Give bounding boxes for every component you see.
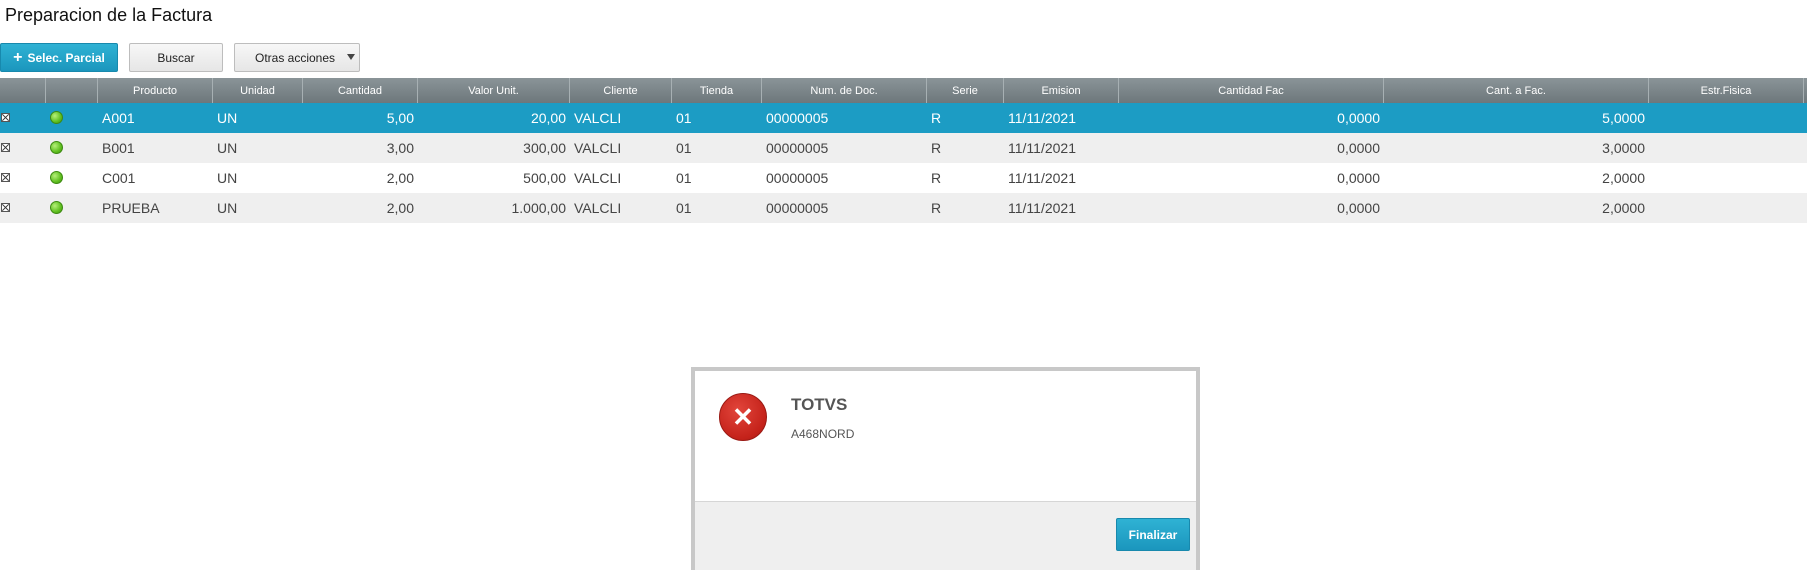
cell-producto: PRUEBA	[102, 200, 160, 216]
column-header-producto[interactable]: Producto	[98, 78, 213, 103]
cell-unidad: UN	[217, 110, 238, 126]
dialog-footer: Finalizar	[695, 501, 1196, 570]
checkbox-x-icon[interactable]	[1, 203, 10, 212]
cell-num-doc: 00000005	[766, 200, 829, 216]
cell-cantidad-fac: 0,0000	[1337, 140, 1380, 156]
cell-emision: 11/11/2021	[1008, 140, 1076, 156]
status-green-icon	[50, 201, 63, 214]
status-green-icon	[50, 111, 63, 124]
otras-acciones-label: Otras acciones	[255, 50, 336, 65]
cell-cantidad: 3,00	[386, 140, 414, 156]
checkbox-x-icon[interactable]	[1, 173, 10, 182]
cell-serie: R	[931, 200, 942, 216]
cell-valor-unit: 300,00	[523, 140, 566, 156]
column-header-valor-unit[interactable]: Valor Unit.	[418, 78, 570, 103]
cell-cliente: VALCLI	[574, 200, 622, 216]
column-header-status[interactable]	[46, 78, 98, 103]
cell-serie: R	[931, 170, 942, 186]
finalizar-button[interactable]: Finalizar	[1116, 518, 1190, 551]
selec-parcial-label: Selec. Parcial	[27, 50, 105, 65]
table-row[interactable]: A001 UN 5,00 20,00 VALCLI 01 00000005 R …	[0, 103, 1807, 133]
grid-header: Producto Unidad Cantidad Valor Unit. Cli…	[0, 78, 1807, 103]
cell-unidad: UN	[217, 170, 238, 186]
cell-cliente: VALCLI	[574, 170, 622, 186]
cell-producto: A001	[102, 110, 135, 126]
table-row[interactable]: B001 UN 3,00 300,00 VALCLI 01 00000005 R…	[0, 133, 1807, 163]
dialog-body: ✕ TOTVS A468NORD	[695, 371, 1196, 500]
status-green-icon	[50, 171, 63, 184]
column-header-num-doc[interactable]: Num. de Doc.	[762, 78, 927, 103]
page-title: Preparacion de la Factura	[5, 5, 213, 25]
cell-cant-a-fac: 5,0000	[1602, 110, 1645, 126]
cell-producto: B001	[102, 140, 135, 156]
cell-serie: R	[931, 110, 942, 126]
column-header-check[interactable]	[0, 78, 46, 103]
cell-emision: 11/11/2021	[1008, 170, 1076, 186]
column-header-cant-a-fac[interactable]: Cant. a Fac.	[1384, 78, 1649, 103]
cell-producto: C001	[102, 170, 136, 186]
checkbox-x-icon[interactable]	[1, 143, 10, 152]
table-row[interactable]: C001 UN 2,00 500,00 VALCLI 01 00000005 R…	[0, 163, 1807, 193]
column-header-estr-fisica[interactable]: Estr.Fisica	[1649, 78, 1804, 103]
cell-cant-a-fac: 3,0000	[1602, 140, 1645, 156]
selec-parcial-button[interactable]: + Selec. Parcial	[0, 43, 118, 72]
column-header-cantidad-fac[interactable]: Cantidad Fac	[1119, 78, 1384, 103]
cell-estr-fisica	[1649, 103, 1804, 133]
cell-tienda: 01	[676, 200, 692, 216]
cell-cliente: VALCLI	[574, 140, 622, 156]
cell-valor-unit: 1.000,00	[511, 200, 567, 216]
cell-estr-fisica	[1649, 163, 1804, 193]
cell-valor-unit: 20,00	[530, 110, 566, 126]
checkbox-x-icon[interactable]	[1, 113, 10, 122]
plus-icon: +	[13, 48, 23, 66]
invoice-grid: Producto Unidad Cantidad Valor Unit. Cli…	[0, 78, 1807, 223]
cell-cantidad-fac: 0,0000	[1337, 110, 1380, 126]
buscar-button[interactable]: Buscar	[129, 43, 223, 72]
status-green-icon	[50, 141, 63, 154]
dialog-title: TOTVS	[791, 395, 848, 414]
cell-valor-unit: 500,00	[523, 170, 566, 186]
cell-cliente: VALCLI	[574, 110, 622, 126]
cell-cantidad: 5,00	[386, 110, 414, 126]
cell-num-doc: 00000005	[766, 170, 829, 186]
column-header-emision[interactable]: Emision	[1004, 78, 1119, 103]
page: Preparacion de la Factura + Selec. Parci…	[0, 0, 1807, 570]
cell-cantidad-fac: 0,0000	[1337, 170, 1380, 186]
error-dialog: ✕ TOTVS A468NORD Finalizar	[691, 367, 1200, 570]
cell-estr-fisica	[1649, 193, 1804, 223]
cell-unidad: UN	[217, 200, 238, 216]
column-header-cantidad[interactable]: Cantidad	[303, 78, 418, 103]
cell-tienda: 01	[676, 110, 692, 126]
cell-estr-fisica	[1649, 133, 1804, 163]
cell-num-doc: 00000005	[766, 110, 829, 126]
table-row[interactable]: PRUEBA UN 2,00 1.000,00 VALCLI 01 000000…	[0, 193, 1807, 223]
column-header-unidad[interactable]: Unidad	[213, 78, 303, 103]
cell-num-doc: 00000005	[766, 140, 829, 156]
buscar-label: Buscar	[157, 50, 195, 65]
cell-unidad: UN	[217, 140, 238, 156]
cell-cant-a-fac: 2,0000	[1602, 200, 1645, 216]
dialog-message: A468NORD	[791, 427, 855, 441]
cell-cantidad: 2,00	[386, 200, 414, 216]
cell-emision: 11/11/2021	[1008, 200, 1076, 216]
cell-cantidad: 2,00	[386, 170, 414, 186]
cell-cantidad-fac: 0,0000	[1337, 200, 1380, 216]
column-header-serie[interactable]: Serie	[927, 78, 1004, 103]
cell-emision: 11/11/2021	[1008, 110, 1076, 126]
cell-serie: R	[931, 140, 942, 156]
cell-tienda: 01	[676, 170, 692, 186]
column-header-tienda[interactable]: Tienda	[672, 78, 762, 103]
cell-cant-a-fac: 2,0000	[1602, 170, 1645, 186]
error-x-icon: ✕	[719, 393, 767, 441]
otras-acciones-button[interactable]: Otras acciones	[234, 43, 360, 72]
chevron-down-icon	[347, 54, 355, 60]
column-header-cliente[interactable]: Cliente	[570, 78, 672, 103]
cell-tienda: 01	[676, 140, 692, 156]
